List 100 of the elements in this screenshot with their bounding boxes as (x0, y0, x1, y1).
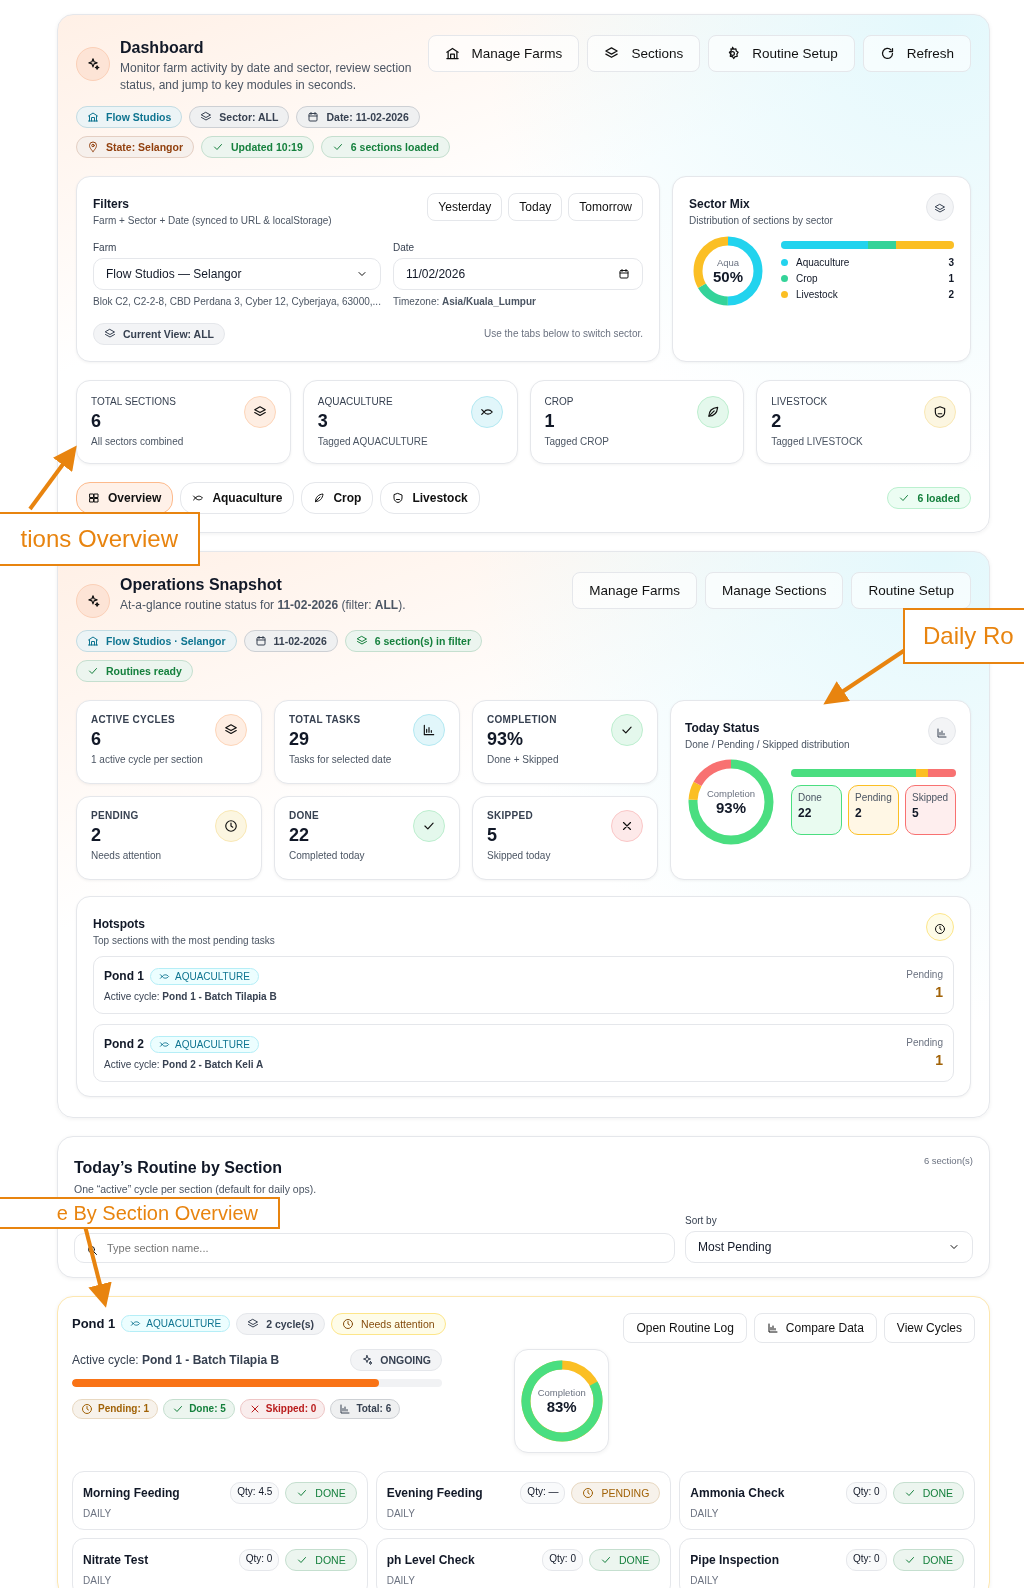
sector-tag: AQUACULTURE (150, 967, 259, 985)
section-action-button[interactable]: Compare Data (753, 1312, 877, 1343)
sparkle-icon (76, 583, 110, 618)
task-name: Nitrate Test (83, 1552, 149, 1567)
date-shortcut-button[interactable]: Today (508, 192, 563, 221)
task-frequency: DAILY (690, 1574, 720, 1586)
legend-label: Aquaculture (796, 257, 851, 269)
metric-note: Needs attention (91, 849, 162, 861)
header-button[interactable]: Refresh (862, 35, 971, 72)
active-cycle-text: Active cycle: Pond 2 - Batch Keli A (104, 1058, 264, 1070)
layers-icon[interactable] (926, 192, 954, 221)
metric-note: Skipped today (487, 849, 551, 861)
count-chip: Pending: 1 (72, 1398, 159, 1419)
stat-value: 2 (771, 410, 783, 432)
sector-tab[interactable]: Livestock (380, 481, 480, 514)
header-button[interactable]: Sections (587, 35, 701, 72)
panel-subtitle: Top sections with the most pending tasks (93, 934, 275, 946)
tile-label: Done (798, 791, 823, 803)
header-button[interactable]: Routine Setup (708, 35, 855, 72)
layers-icon (604, 46, 620, 61)
legend-count: 3 (948, 257, 954, 269)
quantity-chip: Qty: 4.5 (230, 1481, 280, 1504)
layers-icon (247, 1317, 260, 1330)
header-button[interactable]: Manage Farms (427, 35, 580, 72)
panel-title: Today Status (685, 720, 761, 735)
date-field[interactable]: 11/02/2026 (392, 257, 643, 290)
farm-address: Blok C2, C2-2-8, CBD Perdana 3, Cyber 12, Cyberjaya, 63000,... (93, 295, 381, 307)
layers-icon (215, 713, 247, 746)
pending-label: Pending (906, 1037, 943, 1049)
task-name: Pipe Inspection (690, 1552, 779, 1567)
section-title: Today’s Routine by Section (74, 1158, 284, 1177)
stat-note: Tagged AQUACULTURE (317, 435, 428, 447)
metric-value: 5 (487, 824, 498, 846)
sector-tab[interactable]: Aquaculture (180, 481, 295, 514)
metric-value: 93% (487, 728, 525, 750)
calendar-icon (254, 634, 267, 647)
building-icon (87, 634, 99, 647)
stat-label: TOTAL SECTIONS (91, 395, 177, 407)
stat-label: AQUACULTURE (317, 395, 394, 407)
sector-tab[interactable]: Crop (301, 481, 374, 514)
sector-tag: AQUACULTURE (121, 1315, 231, 1333)
attention-chip: Needs attention (331, 1312, 446, 1335)
section-action-button[interactable]: Open Routine Log (623, 1312, 747, 1343)
metric-note: Completed today (289, 849, 365, 861)
pending-count: 1 (934, 1052, 943, 1069)
quantity-chip: Qty: 0 (542, 1548, 583, 1571)
search-field[interactable]: Type section name... (74, 1232, 675, 1263)
grid-icon (88, 491, 100, 504)
task-name: Evening Feeding (386, 1485, 483, 1500)
sector-tab[interactable]: Overview (76, 481, 174, 514)
task-status-chip: DONE (892, 1481, 964, 1504)
task-frequency: DAILY (386, 1507, 416, 1519)
stat-label: LIVESTOCK (771, 395, 829, 407)
task-frequency: DAILY (83, 1507, 113, 1519)
quantity-chip: Qty: — (520, 1481, 566, 1504)
sort-select[interactable]: Most Pending (685, 1230, 973, 1263)
section-action-button[interactable]: View Cycles (883, 1312, 975, 1343)
callout-label: e By Section Overview (0, 1197, 280, 1229)
bar-chart-icon (339, 1402, 352, 1415)
panel-title: Sector Mix (689, 196, 751, 211)
active-cycle-text: Active cycle: Pond 1 - Batch Tilapia B (104, 990, 277, 1002)
legend-count: 2 (948, 289, 954, 301)
task-status-chip: DONE (892, 1548, 964, 1571)
hotspot-row[interactable]: Pond 1 AQUACULTURE Active cycle: Pond 1 - Batch Tilapia B Pending 1 (93, 955, 954, 1014)
bar-chart-icon[interactable] (928, 716, 956, 745)
header-button[interactable]: Routine Setup (851, 571, 971, 609)
header-button[interactable]: Manage Sections (705, 571, 844, 609)
metric-label: SKIPPED (487, 809, 534, 821)
quantity-chip: Qty: 0 (238, 1548, 280, 1571)
layers-icon (355, 634, 368, 647)
metric-note: 1 active cycle per section (91, 753, 203, 765)
metric-label: COMPLETION (487, 713, 558, 725)
field-label: Sort by (685, 1214, 718, 1226)
check-icon (413, 809, 445, 842)
donut-label: Completion (537, 1386, 586, 1398)
task-status-chip: DONE (285, 1548, 357, 1571)
hint-text: Use the tabs below to switch sector. (484, 328, 643, 340)
farm-select[interactable]: Flow Studios — Selangor (93, 257, 381, 290)
field-label: Farm (93, 241, 118, 253)
clock-icon (215, 809, 247, 842)
count-chip: Skipped: 0 (239, 1398, 326, 1419)
info-chip: 6 sections loaded (320, 135, 450, 158)
header-button[interactable]: Manage Farms (572, 571, 698, 609)
date-shortcut-button[interactable]: Tomorrow (568, 192, 643, 221)
panel-subtitle: Done / Pending / Skipped distribution (685, 738, 850, 750)
stat-value: 3 (317, 410, 329, 432)
hotspot-row[interactable]: Pond 2 AQUACULTURE Active cycle: Pond 2 - Batch Keli A Pending 1 (93, 1023, 954, 1082)
task-status-chip: DONE (285, 1481, 357, 1504)
quantity-chip: Qty: 0 (845, 1481, 887, 1504)
info-chip: State: Selangor (76, 135, 195, 158)
task-frequency: DAILY (83, 1574, 113, 1586)
donut-label: Aqua (716, 256, 740, 268)
task-name: ph Level Check (386, 1552, 475, 1567)
tile-label: Skipped (912, 791, 949, 803)
count-chip: Done: 5 (163, 1398, 235, 1419)
date-shortcut-button[interactable]: Yesterday (427, 192, 503, 221)
leaf-icon (697, 395, 730, 428)
loaded-badge: 6 loaded (887, 486, 971, 509)
task-frequency: DAILY (690, 1507, 720, 1519)
sector-tag: AQUACULTURE (150, 1035, 259, 1053)
